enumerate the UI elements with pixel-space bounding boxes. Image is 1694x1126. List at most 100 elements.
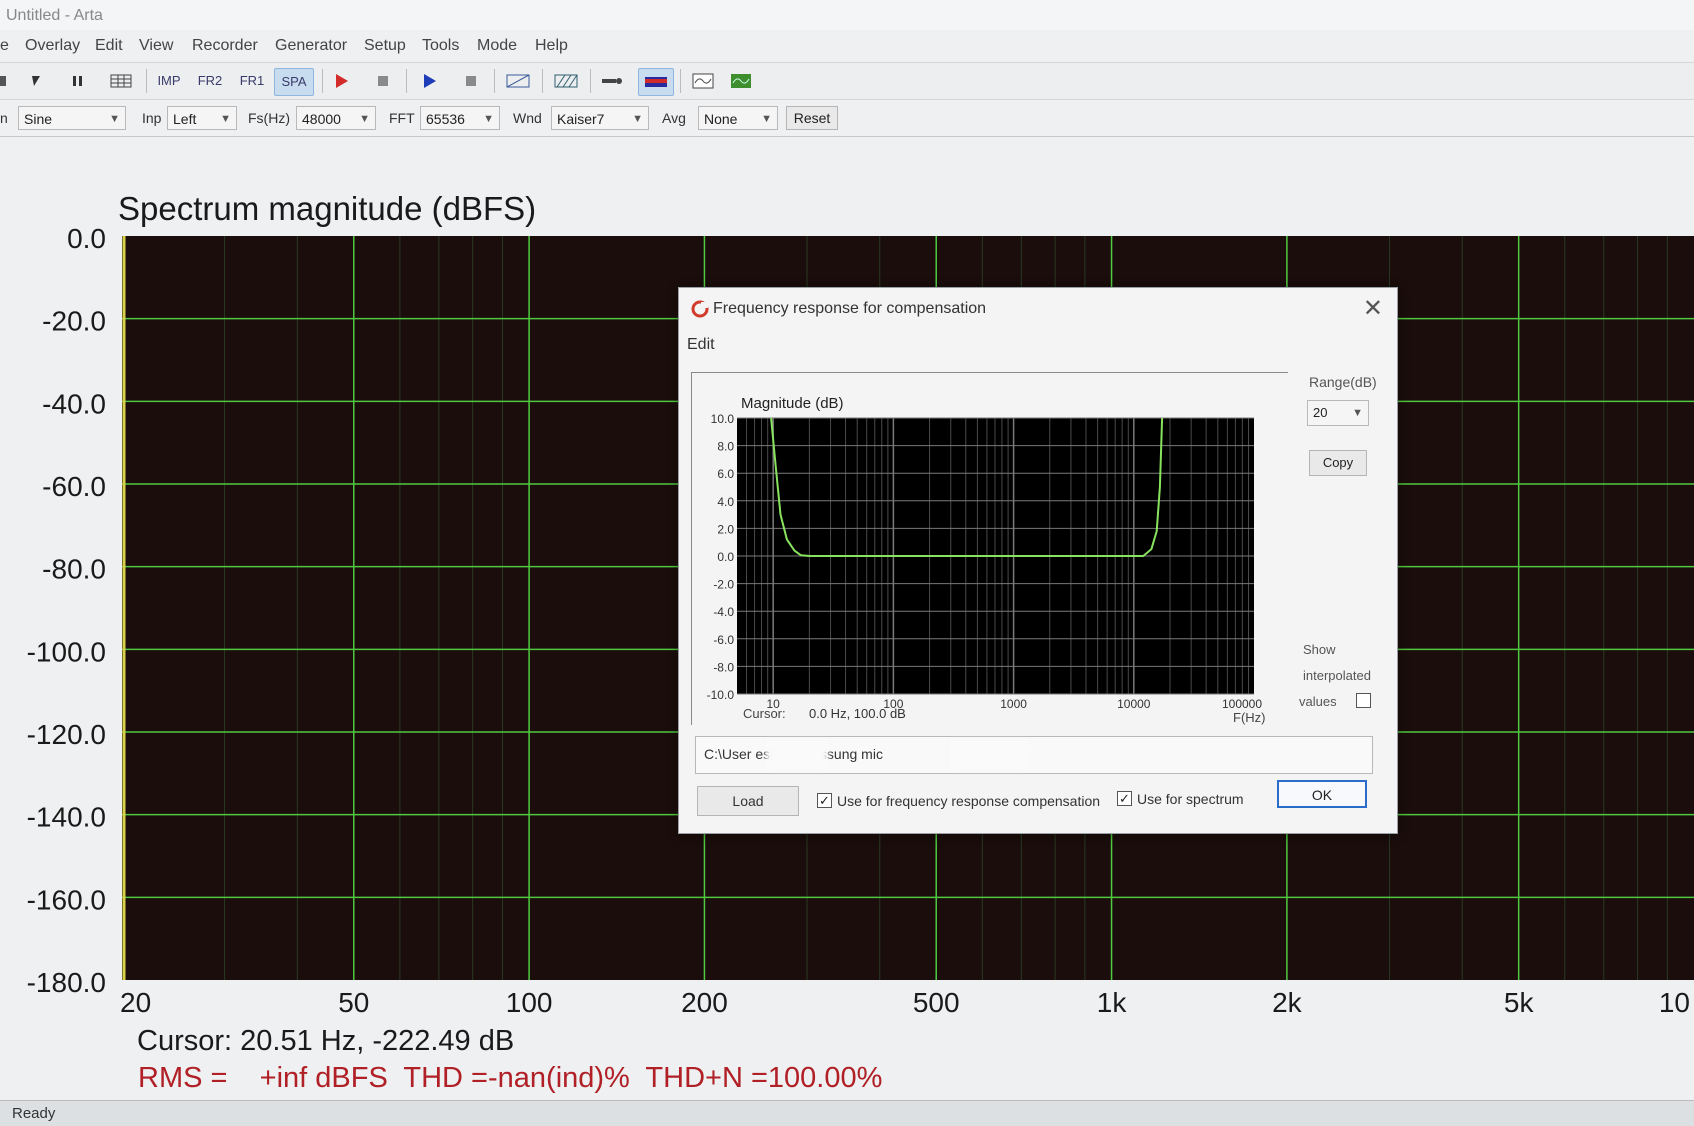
y-tick-label: -8.0 — [713, 660, 734, 674]
colormap-icon[interactable] — [638, 68, 674, 96]
menu-tools[interactable]: Tools — [422, 37, 459, 55]
window-select[interactable]: Kaiser7 ▼ — [551, 106, 649, 130]
show-label: Show — [1303, 642, 1336, 657]
y-tick-label: -140.0 — [27, 802, 106, 833]
fs-select[interactable]: 48000 ▼ — [296, 106, 376, 130]
y-tick-label: -10.0 — [707, 688, 735, 702]
range-value: 20 — [1313, 405, 1328, 420]
y-tick-label: -80.0 — [42, 554, 106, 585]
menu-generator[interactable]: Generator — [275, 37, 347, 55]
x-tick-label: 200 — [681, 987, 728, 1018]
fft-label: FFT — [389, 110, 415, 126]
scope-icon[interactable] — [690, 68, 716, 94]
input-select[interactable]: Left ▼ — [167, 106, 237, 130]
range-select[interactable]: 20 ▼ — [1307, 400, 1369, 426]
use-freq-comp-label: Use for frequency response compensation — [837, 793, 1101, 809]
menu-setup[interactable]: Setup — [364, 37, 406, 55]
fft-select[interactable]: 65536 ▼ — [420, 106, 500, 130]
probe-icon[interactable] — [598, 68, 626, 94]
toolbar: IMP FR2 FR1 SPA — [0, 62, 1694, 100]
record-icon[interactable] — [330, 68, 352, 94]
stop2-icon[interactable] — [460, 68, 482, 94]
x-tick-label: 10 — [1659, 987, 1690, 1018]
reset-button[interactable]: Reset — [786, 106, 838, 130]
show-interpolated-checkbox[interactable] — [1356, 693, 1371, 708]
chevron-down-icon: ▼ — [220, 113, 231, 125]
menu-file[interactable]: e — [0, 37, 9, 55]
table-icon[interactable] — [108, 68, 134, 94]
cursor-readout: Cursor: 20.51 Hz, -222.49 dB — [137, 1025, 514, 1057]
y-tick-label: -100.0 — [27, 636, 106, 667]
chevron-down-icon: ▼ — [632, 113, 643, 125]
abc-icon[interactable] — [504, 68, 532, 94]
stop-icon[interactable] — [372, 68, 394, 94]
play-icon[interactable] — [418, 68, 440, 94]
interpolated-label: interpolated — [1303, 668, 1371, 683]
menu-view[interactable]: View — [139, 37, 173, 55]
range-label: Range(dB) — [1309, 374, 1377, 390]
y-tick-label: -4.0 — [713, 605, 734, 619]
x-tick-label: 20 — [120, 987, 151, 1018]
y-tick-label: -2.0 — [713, 578, 734, 592]
title-bar: Untitled - Arta — [0, 0, 1694, 30]
chevron-down-icon: ▼ — [109, 113, 120, 125]
cursor-value: 0.0 Hz, 100.0 dB — [809, 706, 906, 721]
menu-edit[interactable]: Edit — [95, 37, 123, 55]
y-tick-label: -160.0 — [27, 884, 106, 915]
analyzer-icon[interactable] — [728, 68, 754, 94]
y-tick-label: -120.0 — [27, 719, 106, 750]
cursor-label: Cursor: — [743, 706, 786, 721]
input-value: Left — [173, 111, 197, 127]
x-tick-label: 100000 — [1222, 697, 1262, 711]
hatch-icon[interactable] — [552, 68, 580, 94]
pointer-icon[interactable] — [26, 68, 46, 94]
dialog-menu-edit[interactable]: Edit — [687, 336, 715, 354]
menu-help[interactable]: Help — [535, 37, 568, 55]
gen-label: n — [0, 110, 8, 126]
y-tick-label: 2.0 — [717, 522, 734, 536]
y-tick-label: -6.0 — [713, 633, 734, 647]
load-button[interactable]: Load — [697, 786, 799, 816]
chevron-down-icon: ▼ — [359, 113, 370, 125]
ok-button[interactable]: OK — [1277, 780, 1367, 808]
redacted-block — [950, 741, 1030, 769]
generator-select[interactable]: Sine ▼ — [18, 106, 126, 130]
y-tick-label: -180.0 — [27, 967, 106, 998]
file-path-field[interactable]: C:\User esktop\Messung mic — [695, 736, 1373, 774]
spa-button[interactable]: SPA — [274, 68, 314, 96]
y-axis-ticks: 0.0 -20.0 -40.0 -60.0 -80.0 -100.0 -120.0 -140.… — [27, 223, 106, 998]
pause-icon[interactable] — [68, 68, 88, 94]
fft-value: 65536 — [426, 111, 465, 127]
fr1-button[interactable]: FR1 — [236, 68, 268, 94]
status-text: Ready — [12, 1105, 56, 1122]
menu-overlay[interactable]: Overlay — [25, 37, 80, 55]
close-icon[interactable]: ✕ — [1363, 294, 1383, 323]
wnd-label: Wnd — [513, 110, 542, 126]
y-tick-label: 0.0 — [67, 223, 106, 254]
x-tick-label: 1k — [1097, 987, 1128, 1018]
fs-value: 48000 — [302, 111, 341, 127]
window-value: Kaiser7 — [557, 111, 605, 127]
menu-recorder[interactable]: Recorder — [192, 37, 258, 55]
redacted-block — [766, 741, 828, 769]
chevron-down-icon: ▼ — [1352, 407, 1363, 419]
fr2-button[interactable]: FR2 — [194, 68, 226, 94]
use-freq-comp-checkbox[interactable]: ✓ — [817, 793, 832, 808]
params-bar: n Sine ▼ Inp Left ▼ Fs(Hz) 48000 ▼ FFT 6553… — [0, 102, 1694, 134]
use-spectrum-checkbox[interactable]: ✓ — [1117, 791, 1132, 806]
avg-label: Avg — [662, 110, 686, 126]
menu-mode[interactable]: Mode — [477, 37, 517, 55]
dialog-title: Frequency response for compensation — [713, 300, 987, 317]
main-chart-title: Spectrum magnitude (dBFS) — [118, 190, 536, 227]
x-tick-label: 5k — [1504, 987, 1535, 1018]
status-bar: Ready — [0, 1100, 1694, 1126]
copy-button[interactable]: Copy — [1309, 450, 1367, 476]
compensation-plot[interactable]: Magnitude (dB) 10.0 8.0 6.0 4.0 2.0 0.0 -2.0 -4… — [691, 372, 1281, 728]
y-tick-label: -20.0 — [42, 306, 106, 337]
menu-bar: e Overlay Edit View Recorder Generator S… — [0, 32, 1694, 60]
x-tick-label: 10000 — [1117, 697, 1151, 711]
new-icon[interactable] — [0, 68, 10, 94]
use-spectrum-label: Use for spectrum — [1137, 791, 1244, 807]
imp-button[interactable]: IMP — [154, 68, 184, 94]
avg-select[interactable]: None ▼ — [698, 106, 778, 130]
